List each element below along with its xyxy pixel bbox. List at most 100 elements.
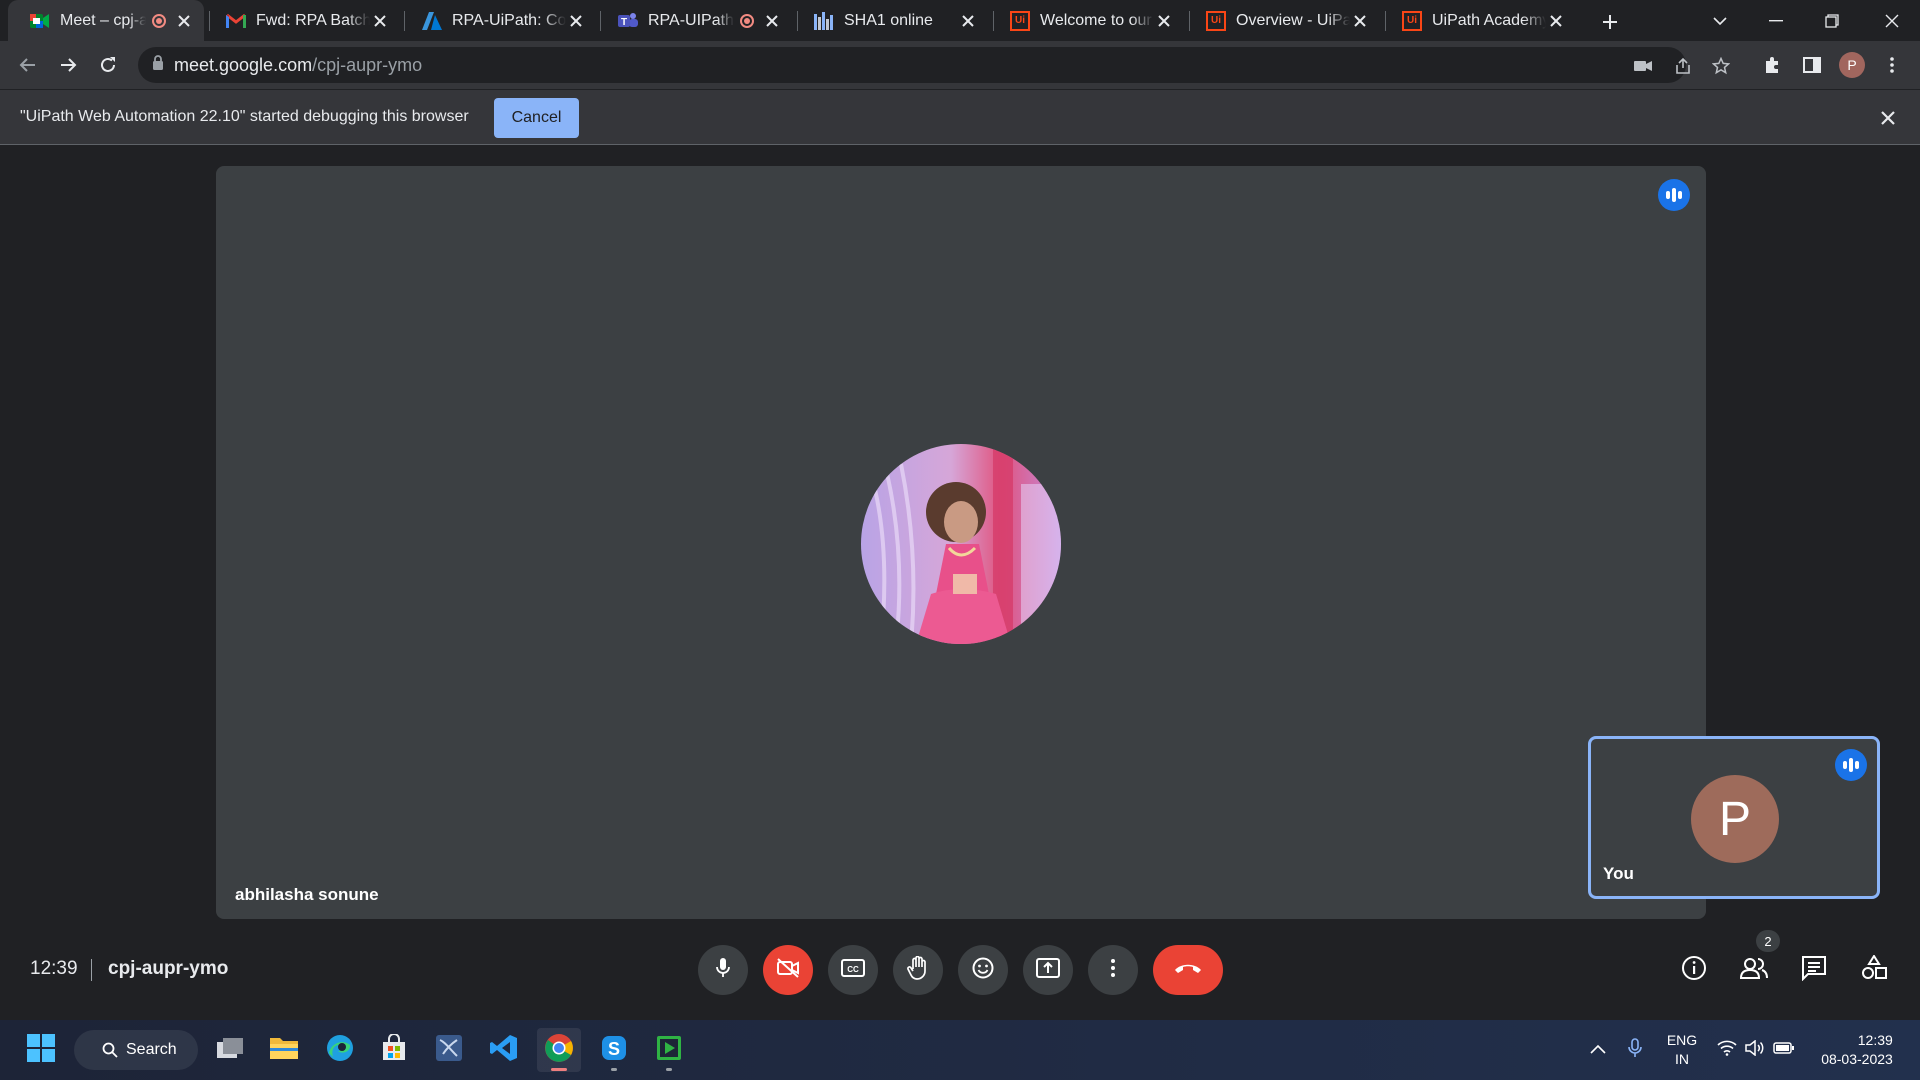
info-icon bbox=[1681, 955, 1707, 986]
browser-menu-icon[interactable] bbox=[1876, 49, 1908, 81]
taskbar-app-sql-developer[interactable] bbox=[427, 1028, 471, 1072]
cancel-debugging-button[interactable]: Cancel bbox=[494, 98, 579, 138]
show-hidden-icons-button[interactable] bbox=[1586, 1020, 1610, 1080]
address-bar[interactable]: meet.google.com/cpj-aupr-ymo bbox=[138, 47, 1730, 83]
participant-tile-self[interactable]: P You bbox=[1588, 736, 1880, 899]
windows-taskbar: Search S ENG IN 12:39 08-03-2023 bbox=[0, 1020, 1920, 1080]
more-options-button[interactable] bbox=[1088, 945, 1138, 995]
task-view-button[interactable] bbox=[208, 1028, 252, 1072]
svg-text:T: T bbox=[621, 17, 627, 28]
forward-button[interactable] bbox=[52, 49, 84, 81]
camera-off-icon bbox=[776, 957, 800, 983]
microphone-in-use-button[interactable] bbox=[1624, 1020, 1646, 1080]
close-infobar-icon[interactable] bbox=[1876, 106, 1900, 130]
divider bbox=[91, 959, 92, 981]
reload-button[interactable] bbox=[92, 49, 124, 81]
restore-button[interactable] bbox=[1804, 0, 1860, 41]
wifi-icon bbox=[1717, 1040, 1737, 1061]
uipath-icon: Ui bbox=[1010, 10, 1030, 31]
taskbar-app-chrome[interactable] bbox=[537, 1028, 581, 1072]
participant-count-badge: 2 bbox=[1756, 930, 1780, 952]
running-indicator bbox=[551, 1068, 567, 1071]
taskbar-search[interactable]: Search bbox=[74, 1030, 198, 1070]
battery-icon bbox=[1773, 1041, 1795, 1060]
tab-sha1[interactable]: SHA1 online bbox=[792, 0, 988, 41]
back-button[interactable] bbox=[12, 49, 44, 81]
taskbar-app-vscode[interactable] bbox=[482, 1028, 526, 1072]
camera-in-use-icon[interactable] bbox=[1632, 55, 1654, 77]
tab-title: UiPath Academy bbox=[1432, 11, 1546, 29]
taskbar-app-skype[interactable]: S bbox=[592, 1028, 636, 1072]
meeting-details-button[interactable] bbox=[1674, 950, 1714, 990]
lock-icon[interactable] bbox=[152, 55, 164, 75]
new-tab-button[interactable] bbox=[1596, 8, 1624, 36]
close-tab-icon[interactable] bbox=[1546, 11, 1566, 31]
taskbar-date: 08-03-2023 bbox=[1821, 1051, 1893, 1067]
browser-tab-strip: Meet – cpj-aupr-ymo Fwd: RPA Batch | UiP… bbox=[0, 0, 1920, 41]
taskbar-app-edge[interactable] bbox=[318, 1028, 362, 1072]
close-tab-icon[interactable] bbox=[762, 11, 782, 31]
close-tab-icon[interactable] bbox=[566, 11, 586, 31]
input-language-button[interactable]: ENG IN bbox=[1662, 1020, 1702, 1080]
activities-button[interactable] bbox=[1854, 950, 1894, 990]
close-window-button[interactable] bbox=[1864, 0, 1920, 41]
language-code: ENG bbox=[1666, 1032, 1698, 1048]
clock-button[interactable]: 12:39 08-03-2023 bbox=[1812, 1020, 1902, 1080]
captions-button[interactable]: CC bbox=[828, 945, 878, 995]
quick-settings-button[interactable] bbox=[1716, 1020, 1796, 1080]
minimize-button[interactable] bbox=[1748, 0, 1804, 41]
region-code: IN bbox=[1675, 1051, 1689, 1067]
profile-button[interactable]: P bbox=[1836, 49, 1868, 81]
tab-azure-devops[interactable]: RPA-UiPath: Course bbox=[400, 0, 596, 41]
tab-meet[interactable]: Meet – cpj-aupr-ymo bbox=[8, 0, 204, 41]
meeting-clock: 12:39 bbox=[30, 958, 78, 979]
start-button[interactable] bbox=[19, 1028, 63, 1072]
tab-title: RPA-UIPath Training bbox=[648, 11, 734, 29]
chat-button[interactable] bbox=[1794, 950, 1834, 990]
speaking-indicator-icon bbox=[1835, 749, 1867, 781]
raise-hand-button[interactable] bbox=[893, 945, 943, 995]
reactions-button[interactable] bbox=[958, 945, 1008, 995]
taskbar-app-file-explorer[interactable] bbox=[262, 1028, 306, 1072]
tab-teams[interactable]: T RPA-UIPath Training bbox=[596, 0, 792, 41]
taskbar-app-store[interactable] bbox=[372, 1028, 416, 1072]
participant-avatar-photo bbox=[861, 444, 1061, 644]
browser-toolbar: meet.google.com/cpj-aupr-ymo P bbox=[0, 41, 1920, 89]
azure-devops-icon bbox=[422, 11, 442, 31]
close-tab-icon[interactable] bbox=[1154, 11, 1174, 31]
tab-uipath-overview[interactable]: Ui Overview - UiPath bbox=[1184, 0, 1380, 41]
uipath-icon: Ui bbox=[1402, 10, 1422, 31]
people-button[interactable] bbox=[1734, 950, 1774, 990]
side-panel-icon[interactable] bbox=[1796, 49, 1828, 81]
close-tab-icon[interactable] bbox=[174, 11, 194, 31]
edge-icon bbox=[325, 1033, 355, 1068]
recording-indicator-icon bbox=[740, 13, 754, 28]
taskbar-app-media-player[interactable] bbox=[647, 1028, 691, 1072]
microphone-icon bbox=[1628, 1037, 1642, 1063]
tab-title: Meet – cpj-aupr-ymo bbox=[60, 11, 146, 29]
meeting-stage: abhilasha sonune P You bbox=[0, 146, 1920, 1019]
uipath-icon: Ui bbox=[1206, 10, 1226, 31]
recording-indicator-icon bbox=[152, 13, 166, 28]
tab-uipath-welcome[interactable]: Ui Welcome to our UiPath bbox=[988, 0, 1184, 41]
tab-title: Fwd: RPA Batch | UiPath bbox=[256, 11, 370, 29]
sha1-icon bbox=[814, 11, 834, 31]
bookmark-star-icon[interactable] bbox=[1710, 55, 1732, 77]
microphone-icon bbox=[715, 957, 731, 984]
camera-off-button[interactable] bbox=[763, 945, 813, 995]
share-icon[interactable] bbox=[1672, 55, 1694, 77]
leave-call-button[interactable] bbox=[1153, 945, 1223, 995]
tab-uipath-academy[interactable]: Ui UiPath Academy bbox=[1380, 0, 1576, 41]
folder-icon bbox=[269, 1035, 299, 1066]
participant-name: abhilasha sonune bbox=[235, 885, 379, 904]
present-screen-button[interactable] bbox=[1023, 945, 1073, 995]
close-tab-icon[interactable] bbox=[958, 11, 978, 31]
microphone-button[interactable] bbox=[698, 945, 748, 995]
tab-gmail[interactable]: Fwd: RPA Batch | UiPath bbox=[204, 0, 400, 41]
running-indicator bbox=[611, 1068, 617, 1071]
participant-tile-main[interactable]: abhilasha sonune bbox=[216, 166, 1706, 919]
close-tab-icon[interactable] bbox=[1350, 11, 1370, 31]
close-tab-icon[interactable] bbox=[370, 11, 390, 31]
tab-search-button[interactable] bbox=[1692, 0, 1748, 41]
extensions-icon[interactable] bbox=[1756, 49, 1788, 81]
